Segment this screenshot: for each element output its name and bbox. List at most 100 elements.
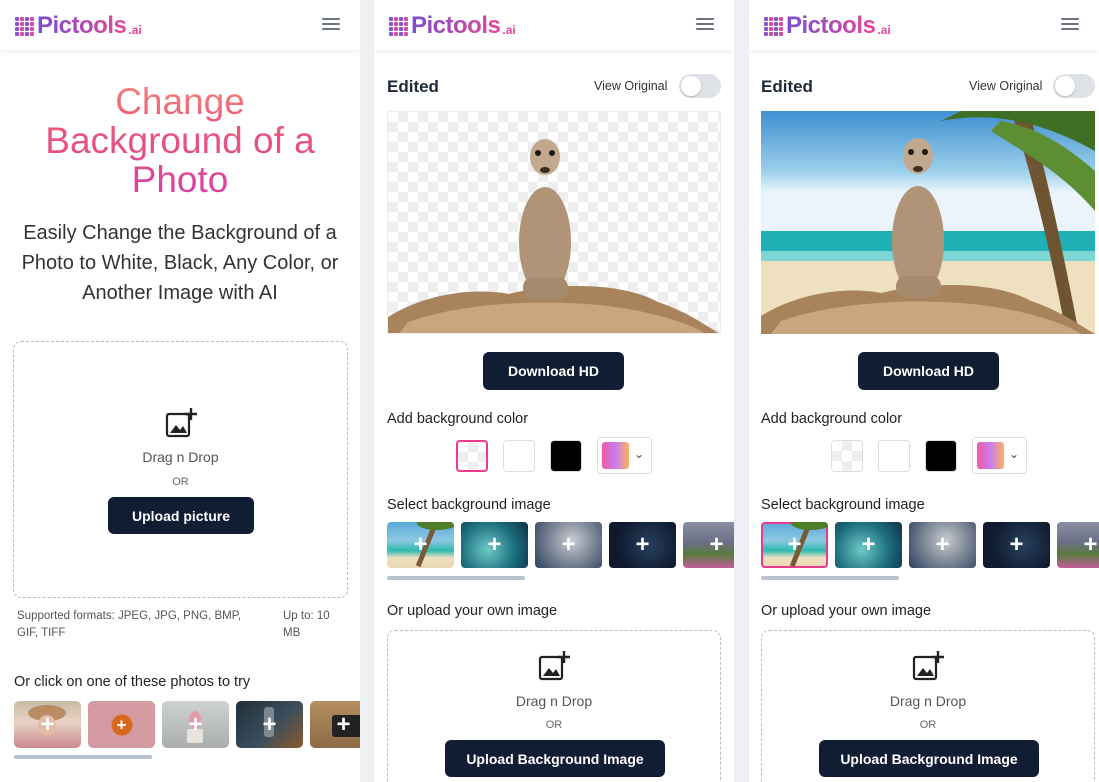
download-hd-button[interactable]: Download HD xyxy=(858,352,999,390)
logo-suffix: .ai xyxy=(502,23,516,37)
bg-beach-palm[interactable]: + xyxy=(761,522,828,568)
add-photo-icon xyxy=(165,408,197,438)
logo-grid-icon xyxy=(764,16,783,36)
bg-beach-palm[interactable]: + xyxy=(387,522,454,568)
logo-text: Pictools xyxy=(786,12,876,39)
meerkat-image xyxy=(388,139,719,333)
upload-bg-image-button[interactable]: Upload Background Image xyxy=(445,740,665,777)
sample-camera[interactable]: + xyxy=(310,701,360,748)
add-photo-icon xyxy=(538,651,570,681)
sample-woman-in-hat[interactable]: + xyxy=(14,701,81,748)
plus-icon: + xyxy=(1083,531,1098,558)
plus-icon: + xyxy=(1009,531,1024,558)
header: Pictools .ai xyxy=(374,0,734,50)
plus-icon: + xyxy=(111,714,132,735)
bg-color-label: Add background color xyxy=(387,411,529,427)
bg-image-list: + + + + + xyxy=(387,522,734,568)
logo[interactable]: Pictools .ai xyxy=(764,12,891,40)
chevron-down-icon: ⌄ xyxy=(1008,447,1019,461)
dropzone-text: Drag n Drop xyxy=(142,449,219,465)
try-samples-label: Or click on one of these photos to try xyxy=(14,674,251,690)
sample-potted-plant[interactable]: + xyxy=(162,701,229,748)
bg-mountain-flowers[interactable]: + xyxy=(683,522,734,568)
plus-icon: + xyxy=(336,710,351,738)
dropzone-text: Drag n Drop xyxy=(515,693,593,709)
bg-cloudy-sky[interactable]: + xyxy=(535,522,602,568)
sample-photos: + + + + + xyxy=(14,701,360,748)
edited-label: Edited xyxy=(387,77,439,96)
hamburger-menu-icon[interactable] xyxy=(1061,18,1079,30)
plus-icon: + xyxy=(413,531,428,558)
upload-own-label: Or upload your own image xyxy=(761,603,932,619)
view-original-toggle[interactable] xyxy=(1053,74,1095,98)
plus-icon: + xyxy=(935,531,950,558)
hamburger-menu-icon[interactable] xyxy=(696,18,714,30)
bg-night-sky[interactable]: + xyxy=(983,522,1050,568)
swatch-black[interactable] xyxy=(550,440,582,472)
bg-image-label: Select background image xyxy=(761,497,925,513)
swatch-transparent[interactable] xyxy=(456,440,488,472)
bg-upload-dropzone[interactable]: Drag n Drop OR Upload Background Image xyxy=(761,630,1095,782)
size-limit: Up to: 10 MB xyxy=(283,610,330,639)
edited-image xyxy=(761,111,1095,334)
logo-suffix: .ai xyxy=(128,23,142,37)
plus-icon: + xyxy=(188,710,203,738)
page-title: Change Background of a Photo xyxy=(0,82,360,199)
bg-image-list: + + + + + xyxy=(761,522,1099,568)
logo-grid-icon xyxy=(15,16,34,36)
upload-own-label: Or upload your own image xyxy=(387,603,558,619)
editor-panel-transparent: Pictools .ai Edited View Original Downlo… xyxy=(374,0,734,782)
landing-panel: Pictools .ai Change Background of a Phot… xyxy=(0,0,360,782)
logo-text: Pictools xyxy=(411,12,501,39)
gradient-color-picker[interactable]: ⌄ xyxy=(597,437,652,474)
dropzone-or: OR xyxy=(172,476,189,488)
bg-mountain-flowers[interactable]: + xyxy=(1057,522,1099,568)
add-photo-icon xyxy=(912,651,944,681)
upload-dropzone[interactable]: Drag n Drop OR Upload picture xyxy=(13,341,348,598)
download-hd-button[interactable]: Download HD xyxy=(483,352,624,390)
swatch-transparent[interactable] xyxy=(831,440,863,472)
upload-bg-image-button[interactable]: Upload Background Image xyxy=(819,740,1039,777)
logo-grid-icon xyxy=(389,16,408,36)
sample-glass-bottle[interactable]: + xyxy=(236,701,303,748)
gradient-swatch xyxy=(602,442,629,469)
gradient-swatch xyxy=(977,442,1004,469)
swatch-white[interactable] xyxy=(878,440,910,472)
upload-picture-button[interactable]: Upload picture xyxy=(108,497,254,534)
logo[interactable]: Pictools .ai xyxy=(15,12,142,40)
gradient-color-picker[interactable]: ⌄ xyxy=(972,437,1027,474)
plus-icon: + xyxy=(262,710,277,738)
dropzone-or: OR xyxy=(545,719,563,731)
edited-image xyxy=(387,111,721,334)
hamburger-menu-icon[interactable] xyxy=(322,18,340,30)
bg-images-scrollbar[interactable] xyxy=(761,576,899,580)
logo[interactable]: Pictools .ai xyxy=(389,12,516,40)
logo-text: Pictools xyxy=(37,12,127,39)
beach-composite-image xyxy=(761,111,1095,334)
bg-image-label: Select background image xyxy=(387,497,551,513)
view-original-label: View Original xyxy=(969,79,1043,93)
dropzone-or: OR xyxy=(919,719,937,731)
samples-scrollbar[interactable] xyxy=(14,755,152,759)
logo-suffix: .ai xyxy=(877,23,891,37)
bg-teal-ocean[interactable]: + xyxy=(835,522,902,568)
plus-icon: + xyxy=(787,531,802,558)
chevron-down-icon: ⌄ xyxy=(633,447,644,461)
editor-panel-beach: Pictools .ai Edited View Original Downlo… xyxy=(749,0,1099,782)
view-original-toggle[interactable] xyxy=(679,74,721,98)
swatch-white[interactable] xyxy=(503,440,535,472)
bg-teal-ocean[interactable]: + xyxy=(461,522,528,568)
sample-orange-fruit[interactable]: + xyxy=(88,701,155,748)
edited-label: Edited xyxy=(761,77,813,96)
plus-icon: + xyxy=(487,531,502,558)
header: Pictools .ai xyxy=(749,0,1099,50)
bg-upload-dropzone[interactable]: Drag n Drop OR Upload Background Image xyxy=(387,630,721,782)
plus-icon: + xyxy=(635,531,650,558)
bg-images-scrollbar[interactable] xyxy=(387,576,525,580)
bg-cloudy-sky[interactable]: + xyxy=(909,522,976,568)
swatch-black[interactable] xyxy=(925,440,957,472)
bg-night-sky[interactable]: + xyxy=(609,522,676,568)
plus-icon: + xyxy=(561,531,576,558)
bg-color-label: Add background color xyxy=(761,411,903,427)
header: Pictools .ai xyxy=(0,0,360,50)
